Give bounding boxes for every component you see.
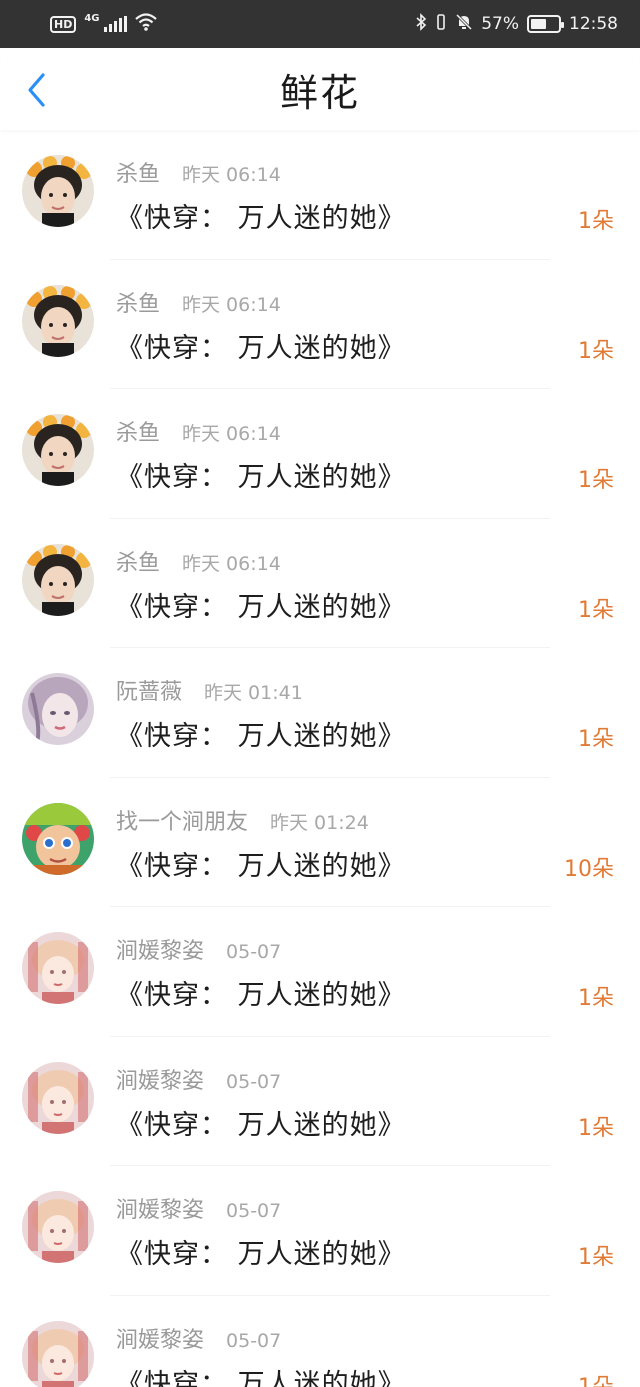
username[interactable]: 杀鱼 (116, 415, 160, 447)
flower-count: 1朵 (578, 1245, 614, 1270)
bluetooth-icon (415, 13, 427, 35)
list-item[interactable]: 杀鱼 昨天 06:14 《快穿： 万人迷的她》 1朵 (0, 260, 640, 389)
timestamp: 05-07 (226, 1200, 282, 1222)
avatar[interactable] (22, 1061, 94, 1134)
list-item[interactable]: 涧媛黎姿 05-07 《快穿： 万人迷的她》 1朵 (0, 907, 640, 1037)
flower-count: 1朵 (578, 338, 614, 364)
network-type: 4G (84, 12, 100, 24)
list-item[interactable]: 涧媛黎姿 05-07 《快穿： 万人迷的她》 1朵 (0, 1166, 640, 1296)
book-title: 《快穿： 万人迷的她》 (116, 1109, 406, 1141)
list-item[interactable]: 涧媛黎姿 05-07 《快穿： 万人迷的她》 1朵 (0, 1037, 640, 1166)
timestamp: 昨天 01:41 (204, 682, 303, 704)
item-meta: 阮蔷薇 昨天 01:41 (116, 674, 303, 706)
flower-count: 1朵 (578, 1374, 614, 1387)
timestamp: 05-07 (226, 941, 282, 963)
avatar[interactable] (22, 543, 94, 616)
book-title: 《快穿： 万人迷的她》 (116, 462, 406, 493)
username[interactable]: 杀鱼 (116, 286, 160, 318)
book-title: 《快穿： 万人迷的她》 (116, 1368, 406, 1387)
flower-count: 1朵 (578, 468, 614, 493)
timestamp: 昨天 01:24 (270, 811, 369, 834)
bell-off-icon (455, 13, 473, 35)
book-title: 《快穿： 万人迷的她》 (116, 721, 406, 752)
username[interactable]: 阮蔷薇 (116, 674, 182, 706)
battery-percent: 57% (481, 14, 519, 34)
book-title: 《快穿： 万人迷的她》 (116, 850, 406, 882)
book-title: 《快穿： 万人迷的她》 (116, 203, 406, 234)
avatar[interactable] (22, 932, 94, 1004)
list-item[interactable]: 杀鱼 昨天 06:14 《快穿： 万人迷的她》 1朵 (0, 519, 640, 648)
clock: 12:58 (569, 14, 618, 34)
item-meta: 涧媛黎姿 05-07 (116, 1322, 281, 1354)
item-meta: 涧媛黎姿 05-07 (116, 933, 281, 965)
book-title: 《快穿： 万人迷的她》 (116, 980, 406, 1011)
flower-count: 1朵 (578, 986, 614, 1011)
flower-list: 杀鱼 昨天 06:14 《快穿： 万人迷的她》 1朵 杀鱼 昨天 06:14 《快穿： 万人… (0, 130, 640, 1387)
vibrate-icon (435, 13, 447, 35)
avatar[interactable] (22, 673, 94, 745)
list-item[interactable]: 杀鱼 昨天 06:14 《快穿： 万人迷的她》 1朵 (0, 130, 640, 260)
book-title: 《快穿： 万人迷的她》 (116, 1239, 406, 1270)
avatar[interactable] (22, 414, 94, 486)
status-right: 57% 12:58 (415, 13, 618, 35)
back-button[interactable] (14, 68, 58, 112)
timestamp: 昨天 06:14 (182, 164, 281, 186)
avatar[interactable] (22, 802, 94, 875)
page-title: 鲜花 (279, 70, 360, 115)
list-item[interactable]: 杀鱼 昨天 06:14 《快穿： 万人迷的她》 1朵 (0, 389, 640, 519)
avatar[interactable] (22, 155, 94, 227)
username[interactable]: 杀鱼 (116, 545, 160, 577)
username[interactable]: 找一个涧朋友 (116, 804, 248, 836)
username[interactable]: 涧媛黎姿 (116, 1322, 204, 1354)
avatar[interactable] (22, 1320, 94, 1387)
item-meta: 找一个涧朋友 昨天 01:24 (116, 804, 369, 836)
username[interactable]: 杀鱼 (116, 156, 160, 188)
flower-count: 1朵 (578, 1115, 614, 1141)
flower-count: 1朵 (578, 209, 614, 234)
item-meta: 杀鱼 昨天 06:14 (116, 286, 281, 318)
battery-icon (527, 15, 564, 33)
hd-badge: HD (50, 15, 77, 33)
username[interactable]: 涧媛黎姿 (116, 933, 204, 965)
chevron-left-icon (28, 73, 45, 107)
username[interactable]: 涧媛黎姿 (116, 1063, 204, 1095)
flower-count: 1朵 (578, 727, 614, 752)
item-meta: 杀鱼 昨天 06:14 (116, 415, 281, 447)
signal-icon (103, 16, 127, 32)
timestamp: 昨天 06:14 (182, 552, 281, 575)
timestamp: 05-07 (226, 1329, 282, 1352)
timestamp: 昨天 06:14 (182, 423, 281, 445)
flower-count: 10朵 (564, 856, 614, 882)
username[interactable]: 涧媛黎姿 (116, 1192, 204, 1224)
nav-bar: 鲜花 (0, 48, 640, 130)
avatar[interactable] (22, 1191, 94, 1263)
item-meta: 杀鱼 昨天 06:14 (116, 156, 281, 188)
avatar[interactable] (22, 284, 94, 357)
flower-count: 1朵 (578, 597, 614, 623)
item-meta: 涧媛黎姿 05-07 (116, 1063, 281, 1095)
list-item[interactable]: 涧媛黎姿 05-07 《快穿： 万人迷的她》 1朵 (0, 1296, 640, 1387)
list-item[interactable]: 找一个涧朋友 昨天 01:24 《快穿： 万人迷的她》 10朵 (0, 778, 640, 907)
list-item[interactable]: 阮蔷薇 昨天 01:41 《快穿： 万人迷的她》 1朵 (0, 648, 640, 778)
status-left: HD 4G (50, 13, 157, 35)
item-meta: 杀鱼 昨天 06:14 (116, 545, 281, 577)
wifi-icon (134, 13, 157, 35)
battery-fill (531, 19, 546, 29)
status-bar: HD 4G 57% 12:58 (0, 0, 640, 48)
timestamp: 05-07 (226, 1070, 282, 1093)
book-title: 《快穿： 万人迷的她》 (116, 332, 406, 364)
item-meta: 涧媛黎姿 05-07 (116, 1192, 281, 1224)
book-title: 《快穿： 万人迷的她》 (116, 591, 406, 623)
timestamp: 昨天 06:14 (182, 293, 281, 316)
